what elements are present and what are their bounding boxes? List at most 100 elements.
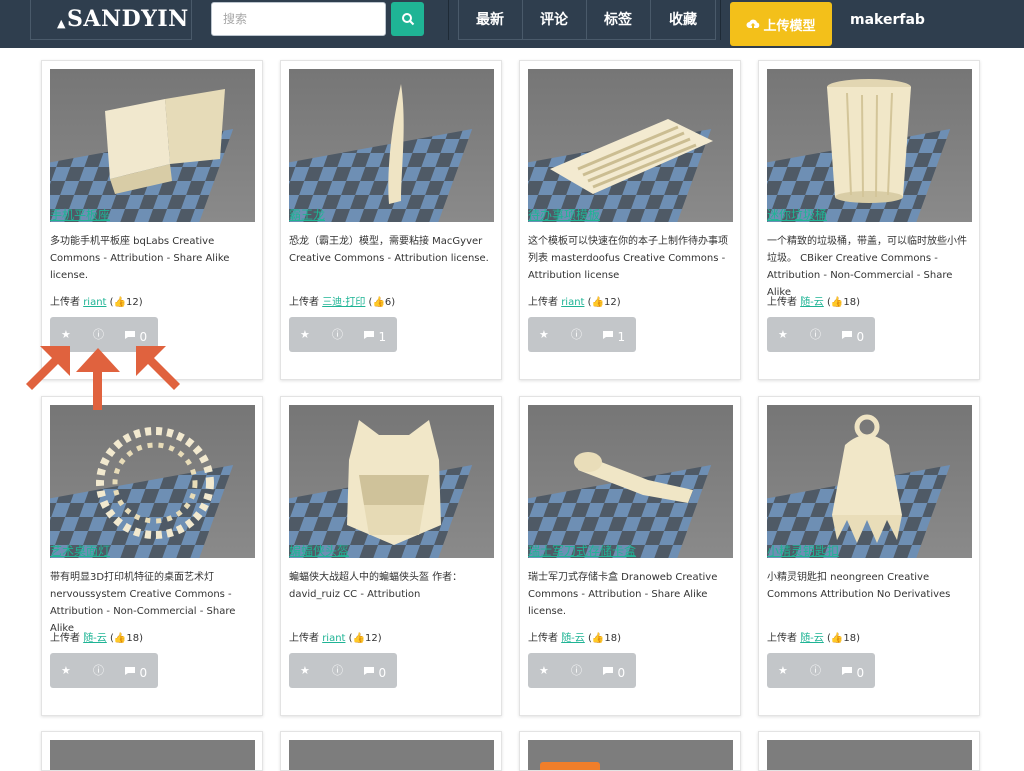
uploader-label: 上传者 — [50, 297, 80, 308]
uploader-line: 上传者 随-云 (👍18) — [528, 633, 621, 644]
model-title[interactable]: 瑞士军刀式存储卡盒 — [528, 544, 636, 558]
model-title[interactable]: 待办事项模板 — [528, 208, 600, 222]
info-icon[interactable]: ⓘ — [93, 653, 104, 688]
info-icon[interactable]: ⓘ — [332, 653, 343, 688]
top-navbar: ▲ SANDYIN 最新 评论 标签 收藏 上传模型 makerfab — [0, 0, 1024, 48]
thumbs-up-icon: 👍 — [372, 297, 385, 308]
uploader-label: 上传者 — [528, 633, 558, 644]
model-title[interactable]: 霸王龙 — [289, 208, 325, 222]
search-input[interactable] — [211, 2, 386, 36]
comment-button[interactable]: 0 — [841, 317, 864, 352]
star-icon[interactable]: ★ — [778, 653, 788, 688]
uploader-label: 上传者 — [50, 633, 80, 644]
comment-icon — [125, 331, 135, 339]
star-icon[interactable]: ★ — [539, 653, 549, 688]
card-partial[interactable] — [41, 731, 263, 771]
uploader-line: 上传者 riant (👍12) — [528, 297, 621, 308]
model-thumbnail[interactable]: 手机平板座 — [50, 69, 255, 222]
comment-icon — [125, 667, 135, 675]
thumbs-up-icon: 👍 — [830, 297, 844, 308]
search-button[interactable] — [391, 2, 424, 36]
model-title[interactable]: 小精灵钥匙扣 — [767, 544, 839, 558]
model-title[interactable]: 蝙蝠侠头盔 — [289, 544, 349, 558]
uploader-link[interactable]: 三迪·打印 — [322, 297, 365, 308]
comment-count: 0 — [856, 330, 865, 344]
site-logo[interactable]: ▲ SANDYIN — [30, 0, 192, 40]
info-icon[interactable]: ⓘ — [810, 653, 821, 688]
comment-count: 0 — [856, 666, 865, 680]
model-thumbnail[interactable]: 小精灵钥匙扣 — [767, 405, 972, 558]
model-description: 一个精致的垃圾桶，带盖，可以临时放些小件垃圾。 CBiker Creative … — [767, 236, 967, 298]
model-card[interactable]: 艺术桌面灯 带有明显3D打印机特征的桌面艺术灯 nervoussystem Cr… — [41, 396, 263, 716]
model-description: 恐龙（霸王龙）模型，需要粘接 MacGyver Creative Commons… — [289, 236, 489, 264]
star-icon[interactable]: ★ — [539, 317, 549, 352]
model-card[interactable]: 手机平板座 多功能手机平板座 bqLabs Creative Commons -… — [41, 60, 263, 380]
info-icon[interactable]: ⓘ — [571, 317, 582, 352]
model-thumbnail[interactable]: 霸王龙 — [289, 69, 494, 222]
star-icon[interactable]: ★ — [300, 317, 310, 352]
comment-button[interactable]: 1 — [363, 317, 386, 352]
nav-tags[interactable]: 标签 — [586, 0, 650, 40]
model-card[interactable]: 霸王龙 恐龙（霸王龙）模型，需要粘接 MacGyver Creative Com… — [280, 60, 502, 380]
nav-favorites[interactable]: 收藏 — [650, 0, 716, 40]
uploader-link[interactable]: riant — [561, 297, 584, 308]
comment-icon — [603, 667, 613, 675]
thumbs-up-icon: 👍 — [591, 297, 605, 308]
comment-count: 0 — [378, 666, 387, 680]
upload-model-button[interactable]: 上传模型 — [730, 2, 832, 46]
comment-button[interactable]: 0 — [363, 653, 386, 688]
nav-latest[interactable]: 最新 — [458, 0, 522, 40]
makerfab-link[interactable]: makerfab — [850, 0, 925, 40]
comment-count: 0 — [139, 666, 148, 680]
model-thumbnail[interactable]: 待办事项模板 — [528, 69, 733, 222]
card-partial[interactable] — [280, 731, 502, 771]
model-description: 小精灵钥匙扣 neongreen Creative Commons Attrib… — [767, 572, 951, 600]
card-action-bar: ★ ⓘ 0 — [50, 653, 158, 688]
star-icon[interactable]: ★ — [778, 317, 788, 352]
comment-count: 0 — [617, 666, 626, 680]
model-title[interactable]: 迷你垃圾桶 — [767, 208, 827, 222]
uploader-line: 上传者 riant (👍12) — [50, 297, 143, 308]
model-thumbnail[interactable]: 蝙蝠侠头盔 — [289, 405, 494, 558]
uploader-link[interactable]: 随-云 — [800, 297, 824, 308]
model-card[interactable]: 待办事项模板 这个模板可以快速在你的本子上制作待办事项列表 masterdoof… — [519, 60, 741, 380]
info-icon[interactable]: ⓘ — [332, 317, 343, 352]
model-card[interactable]: 蝙蝠侠头盔 蝙蝠侠大战超人中的蝙蝠侠头盔 作者：david_ruiz CC - … — [280, 396, 502, 716]
model-card[interactable]: 迷你垃圾桶 一个精致的垃圾桶，带盖，可以临时放些小件垃圾。 CBiker Cre… — [758, 60, 980, 380]
like-count: 12 — [604, 297, 617, 308]
model-card[interactable]: 瑞士军刀式存储卡盒 瑞士军刀式存储卡盒 Dranoweb Creative Co… — [519, 396, 741, 716]
uploader-link[interactable]: 随-云 — [561, 633, 585, 644]
star-icon[interactable]: ★ — [61, 653, 71, 688]
uploader-line: 上传者 三迪·打印 (👍6) — [289, 297, 396, 308]
card-partial[interactable] — [519, 731, 741, 771]
comment-icon — [364, 331, 374, 339]
comment-button[interactable]: 1 — [602, 317, 625, 352]
model-title[interactable]: 艺术桌面灯 — [50, 544, 110, 558]
nav-comments[interactable]: 评论 — [522, 0, 586, 40]
comment-icon — [364, 667, 374, 675]
card-partial[interactable] — [758, 731, 980, 771]
comment-icon — [603, 331, 613, 339]
comment-icon — [842, 667, 852, 675]
comment-button[interactable]: 0 — [124, 653, 147, 688]
search-icon — [401, 13, 414, 26]
model-title[interactable]: 手机平板座 — [50, 208, 110, 222]
uploader-link[interactable]: riant — [83, 297, 106, 308]
uploader-link[interactable]: riant — [322, 633, 345, 644]
card-action-bar: ★ ⓘ 0 — [528, 653, 636, 688]
comment-button[interactable]: 0 — [841, 653, 864, 688]
model-thumbnail[interactable]: 迷你垃圾桶 — [767, 69, 972, 222]
like-count: 18 — [843, 297, 857, 308]
like-count: 18 — [604, 633, 618, 644]
comment-button[interactable]: 0 — [602, 653, 625, 688]
info-icon[interactable]: ⓘ — [571, 653, 582, 688]
uploader-link[interactable]: 随-云 — [800, 633, 824, 644]
star-icon[interactable]: ★ — [300, 653, 310, 688]
info-icon[interactable]: ⓘ — [810, 317, 821, 352]
card-action-bar: ★ ⓘ 0 — [289, 653, 397, 688]
model-thumbnail[interactable]: 艺术桌面灯 — [50, 405, 255, 558]
uploader-link[interactable]: 随-云 — [83, 633, 107, 644]
uploader-label: 上传者 — [289, 633, 319, 644]
model-card[interactable]: 小精灵钥匙扣 小精灵钥匙扣 neongreen Creative Commons… — [758, 396, 980, 716]
model-thumbnail[interactable]: 瑞士军刀式存储卡盒 — [528, 405, 733, 558]
